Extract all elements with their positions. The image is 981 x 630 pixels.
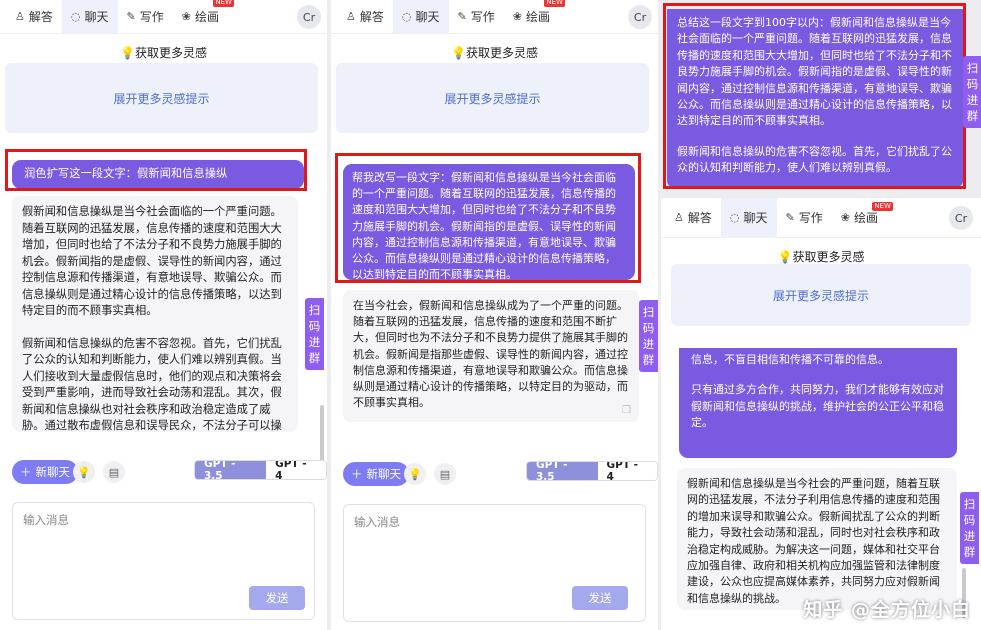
answer-icon: ♙ bbox=[674, 211, 684, 224]
plus-icon: ＋ bbox=[20, 465, 32, 479]
scrollbar[interactable] bbox=[320, 405, 324, 465]
assistant-message: 在当今社会，假新闻和信息操纵成为了一个严重的问题。随着互联网的迅猛发展，信息传播… bbox=[343, 290, 639, 422]
write-icon: ✎ bbox=[785, 211, 795, 224]
model-gpt35[interactable]: GPT - 3.5 bbox=[195, 461, 267, 479]
tab-answer[interactable]: ♙ 解答 bbox=[6, 0, 62, 34]
chat-icon: ◌ bbox=[70, 10, 81, 23]
history-icon[interactable]: ▤ bbox=[434, 463, 456, 485]
inspiration-link[interactable]: 💡获取更多灵感 bbox=[661, 248, 981, 265]
qr-group-tab[interactable]: 扫 码 进 群 bbox=[305, 298, 324, 370]
tab-answer[interactable]: ♙ 解答 bbox=[665, 198, 721, 238]
bulb-icon[interactable]: 💡 bbox=[73, 461, 95, 483]
avatar[interactable]: Cr bbox=[628, 5, 652, 29]
answer-icon: ♙ bbox=[346, 10, 356, 23]
new-badge: NEW bbox=[544, 0, 565, 7]
send-button[interactable]: 发送 bbox=[249, 586, 305, 610]
tab-chat[interactable]: ◌ 聊天 bbox=[720, 198, 777, 238]
tab-write[interactable]: ✎ 写作 bbox=[449, 0, 504, 34]
write-icon: ✎ bbox=[126, 10, 136, 23]
highlight-box bbox=[5, 149, 307, 191]
expand-tips-button[interactable]: 展开更多灵感提示 bbox=[336, 63, 649, 133]
model-gpt4[interactable]: GPT - 4 bbox=[266, 461, 326, 479]
highlight-box bbox=[335, 153, 641, 283]
message-input[interactable]: 输入消息 发送 bbox=[343, 504, 646, 622]
model-gpt35[interactable]: GPT - 3.5 bbox=[527, 462, 598, 480]
chat-panel-3-top: 总结这一段文字到100字以内：假新闻和信息操纵是当今社会面临的一个严重问题。随着… bbox=[661, 0, 981, 196]
top-nav: ♙ 解答 ◌ 聊天 ✎ 写作 ❀ 绘画 NEW Cr bbox=[661, 198, 981, 238]
top-nav: ♙ 解答 ◌ 聊天 ✎ 写作 ❀ 绘画 NEW Cr bbox=[0, 0, 327, 34]
assistant-message: 假新闻和信息操纵是当今社会面临的一个严重问题。随着互联网的迅猛发展，信息传播的速… bbox=[12, 196, 298, 432]
tab-paint[interactable]: ❀ 绘画 NEW bbox=[173, 0, 234, 34]
model-switch: GPT - 3.5 GPT - 4 bbox=[194, 460, 327, 480]
bulb-icon[interactable]: 💡 bbox=[404, 463, 426, 485]
tab-write[interactable]: ✎ 写作 bbox=[118, 0, 173, 34]
send-button[interactable]: 发送 bbox=[572, 586, 628, 610]
inspiration-link[interactable]: 💡获取更多灵感 bbox=[0, 44, 327, 61]
new-chat-button[interactable]: ＋新聊天 bbox=[12, 460, 78, 484]
history-icon[interactable]: ▤ bbox=[103, 461, 125, 483]
model-gpt4[interactable]: GPT - 4 bbox=[597, 462, 657, 480]
model-switch: GPT - 3.5 GPT - 4 bbox=[526, 461, 658, 481]
qr-group-tab[interactable]: 扫 码 进 群 bbox=[960, 492, 979, 564]
new-chat-button[interactable]: ＋新聊天 bbox=[343, 462, 409, 486]
chat-panel-2: ♙ 解答 ◌ 聊天 ✎ 写作 ❀ 绘画 NEW Cr 💡获取更多灵感 展开更多灵感提示 帮… bbox=[331, 0, 658, 630]
plus-icon: ＋ bbox=[351, 467, 363, 481]
tab-paint[interactable]: ❀ 绘画 NEW bbox=[832, 198, 893, 238]
avatar[interactable]: Cr bbox=[949, 206, 973, 230]
tab-write[interactable]: ✎ 写作 bbox=[777, 198, 832, 238]
tab-chat[interactable]: ◌ 聊天 bbox=[392, 0, 449, 34]
paint-icon: ❀ bbox=[512, 10, 522, 23]
highlight-box bbox=[663, 3, 966, 189]
chat-panel-3: ♙ 解答 ◌ 聊天 ✎ 写作 ❀ 绘画 NEW Cr 💡获取更多灵感 展开更多灵感提示 信… bbox=[661, 198, 981, 630]
qr-group-tab[interactable]: 扫 码 进 群 bbox=[639, 300, 658, 372]
tab-answer[interactable]: ♙ 解答 bbox=[337, 0, 393, 34]
new-badge: NEW bbox=[213, 0, 234, 7]
write-icon: ✎ bbox=[457, 10, 467, 23]
chat-panel-1: ♙ 解答 ◌ 聊天 ✎ 写作 ❀ 绘画 NEW Cr 💡获取更多灵感 展开更多灵感提示 润… bbox=[0, 0, 327, 630]
tab-paint[interactable]: ❀ 绘画 NEW bbox=[504, 0, 565, 34]
message-input[interactable]: 输入消息 发送 bbox=[12, 502, 315, 620]
tab-chat[interactable]: ◌ 聊天 bbox=[61, 0, 118, 34]
chat-icon: ◌ bbox=[401, 10, 412, 23]
paint-icon: ❀ bbox=[181, 10, 191, 23]
inspiration-link[interactable]: 💡获取更多灵感 bbox=[331, 44, 658, 61]
assistant-message: 假新闻和信息操纵是当今社会的严重问题，随着互联网的迅猛发展，不法分子利用信息传播… bbox=[677, 468, 957, 610]
paint-icon: ❀ bbox=[840, 211, 850, 224]
chat-icon: ◌ bbox=[729, 211, 740, 224]
expand-tips-button[interactable]: 展开更多灵感提示 bbox=[5, 63, 318, 133]
top-nav: ♙ 解答 ◌ 聊天 ✎ 写作 ❀ 绘画 NEW Cr bbox=[331, 0, 658, 34]
copy-icon[interactable]: ❐ bbox=[622, 405, 631, 416]
qr-group-tab[interactable]: 扫 码 进 群 bbox=[963, 56, 981, 128]
zhihu-watermark: 知乎 @全方位小白 bbox=[803, 599, 971, 621]
user-message-tail: 信息，不盲目相信和传播不可靠的信息。 只有通过多方合作，共同努力，我们才能够有效… bbox=[679, 348, 957, 458]
expand-tips-button[interactable]: 展开更多灵感提示 bbox=[671, 264, 971, 326]
answer-icon: ♙ bbox=[15, 10, 25, 23]
new-badge: NEW bbox=[872, 201, 893, 211]
avatar[interactable]: Cr bbox=[297, 5, 321, 29]
